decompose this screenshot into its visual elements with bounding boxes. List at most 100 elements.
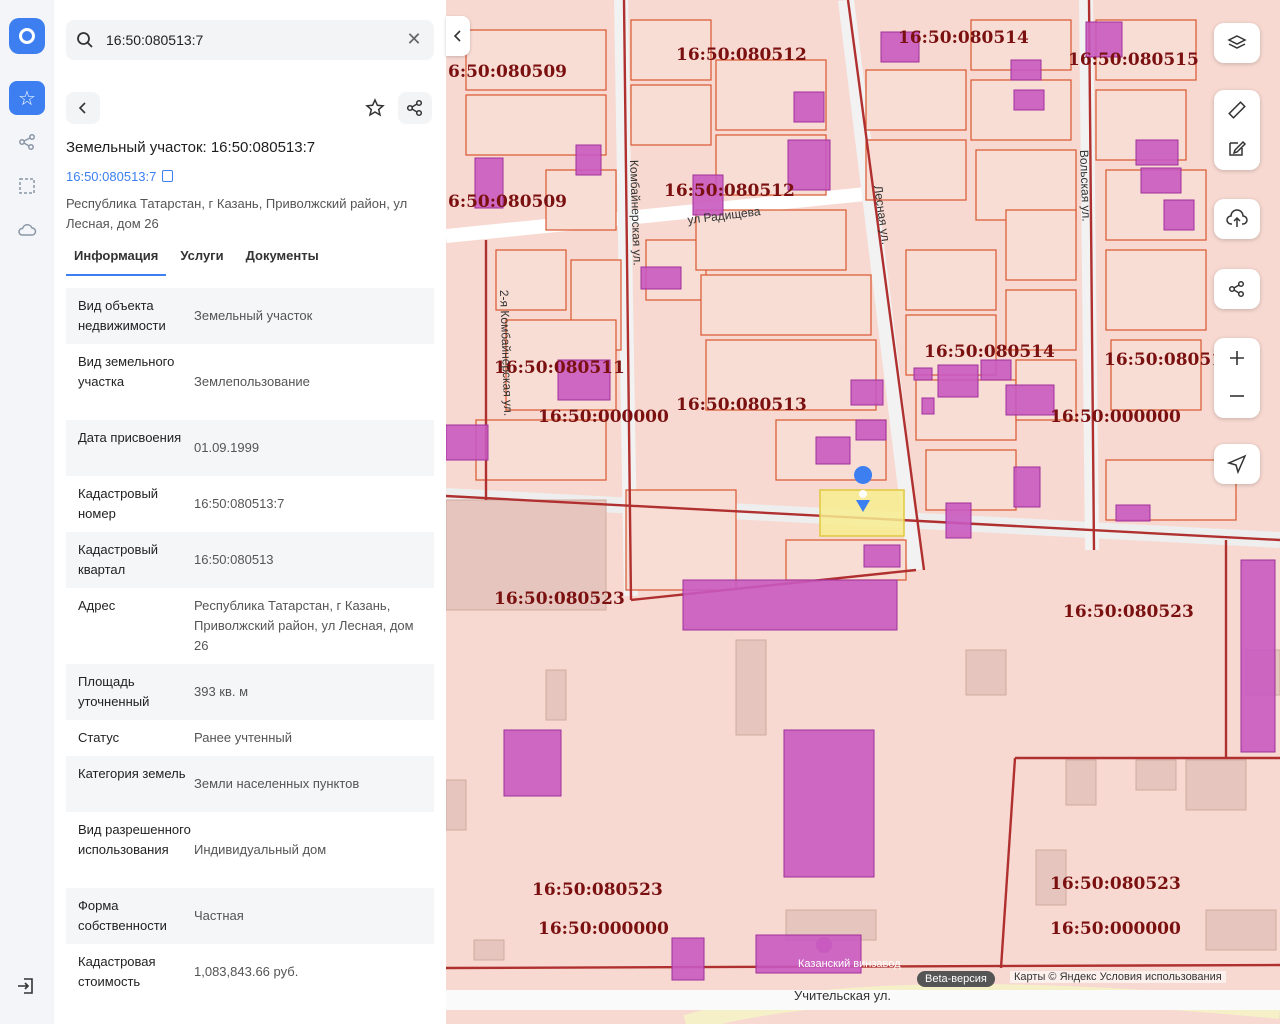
table-row: Статус Ранее учтенный — [66, 720, 434, 756]
zoom-in-button[interactable] — [1227, 348, 1247, 368]
layers-button[interactable] — [1214, 23, 1260, 63]
app-logo-icon[interactable] — [9, 18, 45, 54]
route-icon[interactable] — [15, 130, 39, 154]
ruler-icon[interactable] — [1227, 100, 1247, 125]
geolocation-button[interactable] — [1214, 444, 1260, 484]
row-key: Вид земельного участка — [78, 354, 175, 389]
quarter-label[interactable]: 16:50:080515 — [1068, 50, 1199, 70]
share-icon — [1228, 280, 1245, 298]
quarter-label[interactable]: 16:50:000000 — [1050, 407, 1181, 427]
quarter-label[interactable]: 16:50:080514 — [924, 342, 1055, 362]
edit-icon[interactable] — [1227, 138, 1247, 163]
row-value: 16:50:080513:7 — [194, 496, 285, 511]
quarter-label[interactable]: 16:50:000000 — [538, 407, 669, 427]
search-input[interactable]: 16:50:080513:7 — [106, 32, 203, 48]
row-value: 01.09.1999 — [194, 440, 260, 455]
back-button[interactable] — [66, 92, 100, 124]
map-canvas[interactable]: 16:50:080512 16:50:080514 16:50:080515 6… — [446, 0, 1280, 1024]
table-row: Кадастровый квартал 16:50:080513 — [66, 532, 434, 588]
street-label: Вольская ул. — [1077, 150, 1093, 222]
cadastral-number-link[interactable]: 16:50:080513:7 — [66, 169, 174, 184]
share-button[interactable] — [398, 92, 432, 124]
copy-icon[interactable] — [162, 170, 174, 182]
quarter-label[interactable]: 16:50:080512 — [664, 181, 795, 201]
row-value: Земли населенных пунктов — [194, 776, 360, 791]
row-key: Кадастровый номер — [78, 486, 159, 521]
table-row: Вид объекта недвижимости Земельный участо… — [66, 288, 434, 344]
row-value: 393 кв. м — [194, 684, 249, 699]
quarter-label[interactable]: 16:50:08051 — [1104, 350, 1223, 370]
table-row: Дата присвоения 01.09.1999 — [66, 420, 434, 476]
street-label: Учительская ул. — [794, 988, 891, 1003]
favorite-button[interactable] — [358, 92, 392, 124]
page-title: Земельный участок: 16:50:080513:7 — [66, 139, 316, 156]
quarter-label[interactable]: 16:50:080523 — [1050, 874, 1181, 894]
zoom-out-button[interactable] — [1227, 386, 1247, 406]
tab-services[interactable]: Услуги — [172, 244, 231, 276]
row-value: Республика Татарстан, г Казань, Приволжс… — [194, 598, 414, 653]
quarter-label[interactable]: 16:50:000000 — [1050, 919, 1181, 939]
table-row: Вид разрешенного использования Индивидуал… — [66, 812, 434, 888]
select-area-icon[interactable] — [15, 174, 39, 198]
table-row: Форма собственности Частная — [66, 888, 434, 944]
clear-search-icon[interactable]: ✕ — [404, 29, 424, 49]
cadastral-map[interactable]: 16:50:080512 16:50:080514 16:50:080515 6… — [446, 0, 1280, 1024]
layers-icon — [1227, 35, 1247, 49]
row-key: Вид объекта недвижимости — [78, 298, 166, 333]
tab-documents[interactable]: Документы — [238, 244, 327, 276]
cadastral-number-text[interactable]: 16:50:080513:7 — [66, 169, 156, 184]
app-rail: ☆ — [0, 0, 55, 1024]
row-key: Площадь уточненный — [78, 674, 150, 709]
row-key: Форма собственности — [78, 898, 167, 933]
row-value: Земельный участок — [194, 308, 313, 323]
table-row: Вид земельного участка Землепользование — [66, 344, 434, 420]
quarter-label[interactable]: 16:50:080514 — [898, 28, 1029, 48]
row-value: Ранее учтенный — [194, 730, 292, 745]
share-map-button[interactable] — [1214, 269, 1260, 309]
tab-information[interactable]: Информация — [66, 244, 167, 276]
tab-bar: Информация Услуги Документы — [66, 244, 333, 276]
row-key: Кадастровая стоимость — [78, 954, 156, 989]
tools-group — [1214, 90, 1260, 170]
share-icon — [406, 99, 423, 117]
row-key: Дата присвоения — [78, 430, 182, 445]
quarter-label[interactable]: 6:50:080509 — [448, 62, 567, 82]
quarter-label[interactable]: 16:50:080512 — [676, 45, 807, 65]
chevron-left-icon — [453, 30, 461, 42]
logout-icon[interactable] — [15, 975, 39, 999]
quarter-label[interactable]: 16:50:080523 — [494, 589, 625, 609]
chevron-left-icon — [78, 102, 86, 114]
row-value: Частная — [194, 908, 244, 923]
search-box[interactable]: 16:50:080513:7 ✕ — [66, 20, 434, 60]
quarter-label[interactable]: 16:50:000000 — [538, 919, 669, 939]
star-icon — [365, 98, 385, 117]
zoom-group — [1214, 338, 1260, 418]
row-value: Индивидуальный дом — [194, 842, 327, 857]
table-row: Кадастровый номер 16:50:080513:7 — [66, 476, 434, 532]
row-value: 16:50:080513 — [194, 552, 274, 567]
row-key: Статус — [78, 730, 120, 745]
poi-label[interactable]: Казанский винзавод — [798, 958, 901, 970]
quarter-label[interactable]: 16:50:080523 — [532, 880, 663, 900]
shop-icon[interactable] — [816, 937, 832, 953]
search-icon — [77, 32, 93, 48]
favorites-star-icon[interactable]: ☆ — [9, 81, 45, 115]
row-value: 1,083,843.66 руб. — [194, 964, 299, 979]
table-row: Кадастровая стоимость 1,083,843.66 руб. — [66, 944, 434, 1000]
navigation-arrow-icon — [1227, 454, 1247, 474]
collapse-panel-button[interactable] — [446, 16, 470, 56]
quarter-label[interactable]: 6:50:080509 — [448, 192, 567, 212]
info-panel: 16:50:080513:7 ✕ Земельный участок: 16:5… — [54, 0, 446, 1024]
row-value: Землепользование — [194, 374, 310, 389]
table-row: Адрес Республика Татарстан, г Казань, При… — [66, 588, 434, 664]
address-text: Республика Татарстан, г Казань, Приволжс… — [66, 196, 408, 231]
upload-button[interactable] — [1214, 199, 1260, 239]
quarter-label[interactable]: 16:50:080523 — [1063, 602, 1194, 622]
row-key: Категория земель — [78, 766, 186, 781]
quarter-label[interactable]: 16:50:080513 — [676, 395, 807, 415]
map-copyright[interactable]: Карты © Яндекс Условия использования — [1010, 971, 1226, 983]
table-row: Площадь уточненный 393 кв. м — [66, 664, 434, 720]
cloud-icon[interactable] — [15, 218, 39, 242]
plus-icon — [1230, 351, 1244, 365]
info-table: Вид объекта недвижимости Земельный участо… — [66, 288, 434, 1000]
